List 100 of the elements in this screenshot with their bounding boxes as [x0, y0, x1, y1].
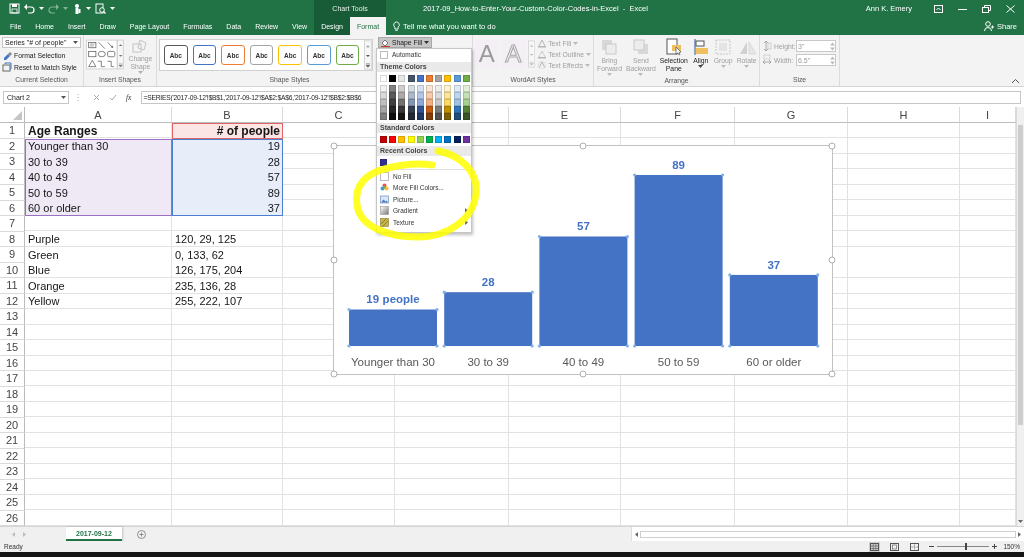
- color-swatch[interactable]: [453, 91, 461, 99]
- color-swatch[interactable]: [453, 105, 461, 113]
- row-header[interactable]: 1: [0, 123, 25, 139]
- check-icon[interactable]: [109, 93, 117, 101]
- table-cell[interactable]: 0, 133, 62: [172, 247, 283, 263]
- row-header[interactable]: 15: [0, 340, 25, 356]
- color-swatch[interactable]: [435, 91, 443, 99]
- cancel-icon[interactable]: [93, 93, 100, 101]
- color-swatch[interactable]: [435, 112, 443, 120]
- color-swatch[interactable]: [398, 84, 406, 92]
- scroll-left-icon[interactable]: [635, 531, 638, 537]
- vertical-scrollbar[interactable]: [1016, 107, 1024, 526]
- color-swatch[interactable]: [380, 74, 387, 82]
- row-header[interactable]: 5: [0, 185, 25, 201]
- color-swatch[interactable]: [389, 98, 397, 106]
- view-button[interactable]: [889, 541, 901, 552]
- collapse-ribbon-icon[interactable]: [1012, 79, 1019, 83]
- table-cell[interactable]: Green: [25, 247, 172, 263]
- color-swatch[interactable]: [416, 112, 424, 120]
- touch-mode-icon[interactable]: [72, 3, 82, 14]
- table-cell[interactable]: Purple: [25, 231, 172, 247]
- color-swatch[interactable]: [416, 84, 424, 92]
- color-swatch[interactable]: [453, 98, 461, 106]
- color-swatch[interactable]: [380, 135, 387, 143]
- resize-handle[interactable]: [579, 142, 587, 150]
- close-icon[interactable]: [1006, 4, 1015, 13]
- color-swatch[interactable]: [407, 84, 415, 92]
- row-header[interactable]: 13: [0, 309, 25, 325]
- color-swatch[interactable]: [425, 84, 433, 92]
- color-swatch[interactable]: [435, 135, 443, 143]
- color-swatch[interactable]: [425, 135, 433, 143]
- color-swatch[interactable]: [398, 91, 406, 99]
- table-cell[interactable]: Yellow: [25, 293, 172, 309]
- color-swatch[interactable]: [444, 105, 452, 113]
- resize-handle[interactable]: [828, 256, 836, 264]
- column-header[interactable]: I: [960, 107, 1016, 123]
- zoom-in-icon[interactable]: [992, 544, 998, 549]
- column-header[interactable]: F: [621, 107, 735, 123]
- color-swatch[interactable]: [389, 135, 397, 143]
- table-cell[interactable]: 255, 222, 107: [172, 293, 283, 309]
- color-swatch[interactable]: [444, 91, 452, 99]
- row-header[interactable]: 3: [0, 154, 25, 170]
- color-swatch[interactable]: [453, 112, 461, 120]
- row-header[interactable]: 17: [0, 371, 25, 387]
- row-header[interactable]: 19: [0, 402, 25, 418]
- color-swatch[interactable]: [398, 112, 406, 120]
- resize-handle[interactable]: [330, 256, 338, 264]
- row-header[interactable]: 21: [0, 433, 25, 449]
- print-preview-icon[interactable]: [95, 3, 106, 14]
- color-swatch[interactable]: [425, 91, 433, 99]
- table-cell[interactable]: Blue: [25, 262, 172, 278]
- caret-icon[interactable]: [86, 7, 91, 10]
- table-cell[interactable]: Orange: [25, 278, 172, 294]
- color-swatch[interactable]: [444, 112, 452, 120]
- color-swatch[interactable]: [462, 112, 470, 120]
- row-header[interactable]: 23: [0, 464, 25, 480]
- row-header[interactable]: 11: [0, 278, 25, 294]
- color-swatch[interactable]: [416, 135, 424, 143]
- caret-icon[interactable]: [39, 7, 44, 10]
- color-swatch[interactable]: [407, 91, 415, 99]
- row-header[interactable]: 9: [0, 247, 25, 263]
- zoom-out-icon[interactable]: [929, 544, 935, 549]
- color-swatch[interactable]: [453, 84, 461, 92]
- ribbon-display-icon[interactable]: [934, 4, 943, 13]
- color-swatch[interactable]: [444, 84, 452, 92]
- shape-gallery[interactable]: [86, 38, 124, 71]
- save-icon[interactable]: [9, 3, 20, 14]
- color-swatch[interactable]: [416, 74, 424, 82]
- table-cell[interactable]: Age Ranges: [25, 123, 172, 139]
- color-swatch[interactable]: [435, 74, 443, 82]
- column-header[interactable]: H: [848, 107, 960, 123]
- view-button[interactable]: [909, 541, 921, 552]
- scroll-down-icon[interactable]: [1018, 520, 1023, 523]
- resize-handle[interactable]: [828, 370, 836, 378]
- table-cell[interactable]: 235, 136, 28: [172, 278, 283, 294]
- color-swatch[interactable]: [462, 91, 470, 99]
- resize-handle[interactable]: [330, 142, 338, 150]
- color-swatch[interactable]: [453, 74, 461, 82]
- caret-icon[interactable]: [424, 41, 430, 44]
- table-cell[interactable]: 89: [172, 185, 283, 201]
- gallery-scroll-icon[interactable]: [364, 40, 372, 70]
- color-swatch[interactable]: [380, 105, 387, 113]
- caret-icon[interactable]: [110, 7, 115, 10]
- table-cell[interactable]: 126, 175, 204: [172, 262, 283, 278]
- caret-icon[interactable]: [698, 65, 704, 68]
- color-swatch[interactable]: [435, 84, 443, 92]
- resize-handle[interactable]: [579, 370, 587, 378]
- scroll-right-icon[interactable]: [1018, 531, 1021, 537]
- horizontal-scrollbar[interactable]: [631, 527, 1024, 541]
- table-cell[interactable]: 120, 29, 125: [172, 231, 283, 247]
- caret-icon[interactable]: [73, 41, 78, 44]
- select-all-icon[interactable]: [13, 111, 22, 120]
- color-swatch[interactable]: [380, 112, 387, 120]
- color-swatch[interactable]: [435, 98, 443, 106]
- color-swatch[interactable]: [444, 74, 452, 82]
- color-swatch[interactable]: [380, 84, 387, 92]
- color-swatch[interactable]: [425, 112, 433, 120]
- color-swatch[interactable]: [398, 105, 406, 113]
- undo-icon[interactable]: [24, 3, 35, 14]
- color-swatch[interactable]: [407, 74, 415, 82]
